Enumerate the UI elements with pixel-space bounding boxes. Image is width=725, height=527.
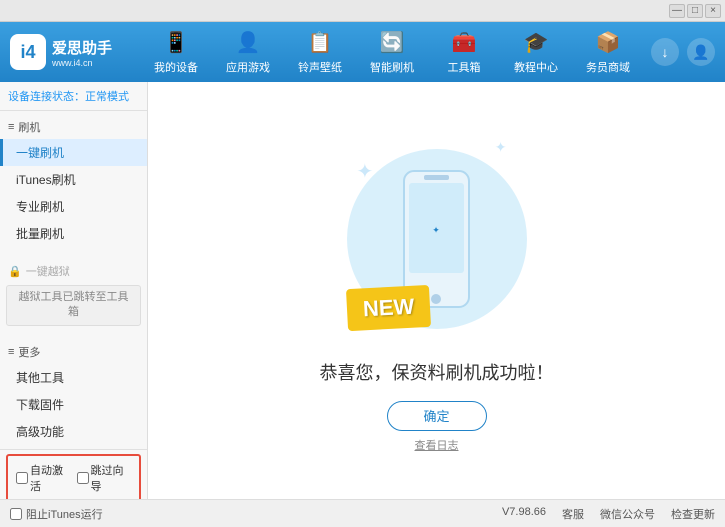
tutorials-icon: 🎓 <box>524 30 549 55</box>
guide-restore-text: 跳过向导 <box>91 462 132 494</box>
footer-left: 阻止iTunes运行 <box>10 506 103 522</box>
log-link[interactable]: 查看日志 <box>415 437 459 453</box>
tab-tutorials-label: 教程中心 <box>514 59 558 75</box>
header-right: ↓ 👤 <box>651 38 725 66</box>
download-button[interactable]: ↓ <box>651 38 679 66</box>
sidebar-item-other-tools[interactable]: 其他工具 <box>0 364 147 391</box>
sidebar: 设备连接状态：正常模式 ≡ 刷机 一键刷机 iTunes刷机 专业刷机 批量刷机… <box>0 82 148 499</box>
phone-illustration: ✦ ✦ ✦ NEW <box>337 129 537 349</box>
auto-activate-checkbox[interactable] <box>16 472 28 484</box>
tab-my-device-label: 我的设备 <box>154 59 198 75</box>
apps-games-icon: 👤 <box>236 30 261 55</box>
tab-ringtones-label: 铃声壁纸 <box>298 59 342 75</box>
tab-ringtones[interactable]: 📋 铃声壁纸 <box>284 22 356 82</box>
logo-area: i4 爱思助手 www.i4.cn <box>0 22 140 82</box>
svg-text:✦: ✦ <box>432 225 440 235</box>
block-itunes-label: 阻止iTunes运行 <box>26 506 103 522</box>
app-subtitle: www.i4.cn <box>52 58 112 68</box>
maximize-button[interactable]: □ <box>687 4 703 18</box>
jailbreak-notice: 越狱工具已跳转至工具箱 <box>6 285 141 326</box>
jailbreak-section: 🔒 一键越狱 越狱工具已跳转至工具箱 <box>0 255 147 332</box>
tab-business[interactable]: 📦 务员商域 <box>572 22 644 82</box>
main-area: 设备连接状态：正常模式 ≡ 刷机 一键刷机 iTunes刷机 专业刷机 批量刷机… <box>0 82 725 499</box>
tab-smart-flash[interactable]: 🔄 智能刷机 <box>356 22 428 82</box>
toolbox-icon: 🧰 <box>452 30 477 55</box>
success-message: 恭喜您，保资料刷机成功啦！ <box>320 359 554 385</box>
auto-options-group: 自动激活 跳过向导 <box>6 454 141 499</box>
logo-icon: i4 <box>10 34 46 70</box>
tab-my-device[interactable]: 📱 我的设备 <box>140 22 212 82</box>
close-button[interactable]: × <box>705 4 721 18</box>
flash-section-icon: ≡ <box>8 121 14 133</box>
sidebar-item-advanced[interactable]: 高级功能 <box>0 418 147 445</box>
tab-business-label: 务员商域 <box>586 59 630 75</box>
sidebar-item-one-click-flash[interactable]: 一键刷机 <box>0 139 147 166</box>
my-device-icon: 📱 <box>164 30 189 55</box>
business-icon: 📦 <box>596 30 621 55</box>
flash-section-label: 刷机 <box>18 119 40 135</box>
tab-apps-games[interactable]: 👤 应用游戏 <box>212 22 284 82</box>
header: i4 爱思助手 www.i4.cn 📱 我的设备 👤 应用游戏 📋 铃声壁纸 🔄… <box>0 22 725 82</box>
check-update-link[interactable]: 检查更新 <box>671 506 715 522</box>
user-button[interactable]: 👤 <box>687 38 715 66</box>
star-right-icon: ✦ <box>495 139 507 156</box>
guide-restore-label[interactable]: 跳过向导 <box>77 462 132 494</box>
footer: 阻止iTunes运行 V7.98.66 客服 微信公众号 检查更新 <box>0 499 725 527</box>
guide-restore-checkbox[interactable] <box>77 472 89 484</box>
new-badge: NEW <box>345 284 430 330</box>
auto-activate-text: 自动激活 <box>30 462 71 494</box>
app-title: 爱思助手 <box>52 37 112 58</box>
nav-tabs: 📱 我的设备 👤 应用游戏 📋 铃声壁纸 🔄 智能刷机 🧰 工具箱 🎓 教程中心… <box>140 22 651 82</box>
status-label: 设备连接状态： <box>8 91 85 103</box>
main-content: ✦ ✦ ✦ NEW 恭喜您，保资料刷机成功啦！ 确定 查看日志 <box>148 82 725 499</box>
sidebar-item-itunes-flash[interactable]: iTunes刷机 <box>0 166 147 193</box>
confirm-button[interactable]: 确定 <box>387 401 487 431</box>
status-value: 正常模式 <box>85 91 129 103</box>
footer-right: V7.98.66 客服 微信公众号 检查更新 <box>502 506 715 522</box>
logo-text: 爱思助手 www.i4.cn <box>52 37 112 68</box>
sidebar-bottom: 自动激活 跳过向导 📱 iPhone 15 Pro Max 512GB iPho… <box>0 449 147 499</box>
block-itunes-checkbox[interactable] <box>10 508 22 520</box>
title-bar: — □ × <box>0 0 725 22</box>
more-section: ≡ 更多 其他工具 下载固件 高级功能 <box>0 336 147 449</box>
customer-service-link[interactable]: 客服 <box>562 506 584 522</box>
tab-tutorials[interactable]: 🎓 教程中心 <box>500 22 572 82</box>
new-badge-text: NEW <box>362 293 415 321</box>
star-left-icon: ✦ <box>357 159 374 184</box>
ringtones-icon: 📋 <box>308 30 333 55</box>
more-section-icon: ≡ <box>8 346 14 358</box>
flash-section-header: ≡ 刷机 <box>0 115 147 139</box>
wechat-link[interactable]: 微信公众号 <box>600 506 655 522</box>
tab-smart-flash-label: 智能刷机 <box>370 59 414 75</box>
more-section-header: ≡ 更多 <box>0 340 147 364</box>
more-section-label: 更多 <box>18 344 40 360</box>
tab-toolbox-label: 工具箱 <box>448 59 481 75</box>
connection-status: 设备连接状态：正常模式 <box>0 82 147 111</box>
lock-icon: 🔒 <box>8 265 22 278</box>
minimize-button[interactable]: — <box>669 4 685 18</box>
tab-apps-games-label: 应用游戏 <box>226 59 270 75</box>
tab-toolbox[interactable]: 🧰 工具箱 <box>428 22 500 82</box>
auto-activate-label[interactable]: 自动激活 <box>16 462 71 494</box>
version-label: V7.98.66 <box>502 506 546 522</box>
sidebar-item-batch-flash[interactable]: 批量刷机 <box>0 220 147 247</box>
jailbreak-header: 🔒 一键越狱 <box>0 259 147 283</box>
smart-flash-icon: 🔄 <box>380 30 405 55</box>
sidebar-item-download-firmware[interactable]: 下载固件 <box>0 391 147 418</box>
jailbreak-label: 一键越狱 <box>26 263 70 279</box>
flash-section: ≡ 刷机 一键刷机 iTunes刷机 专业刷机 批量刷机 <box>0 111 147 251</box>
sidebar-item-pro-flash[interactable]: 专业刷机 <box>0 193 147 220</box>
